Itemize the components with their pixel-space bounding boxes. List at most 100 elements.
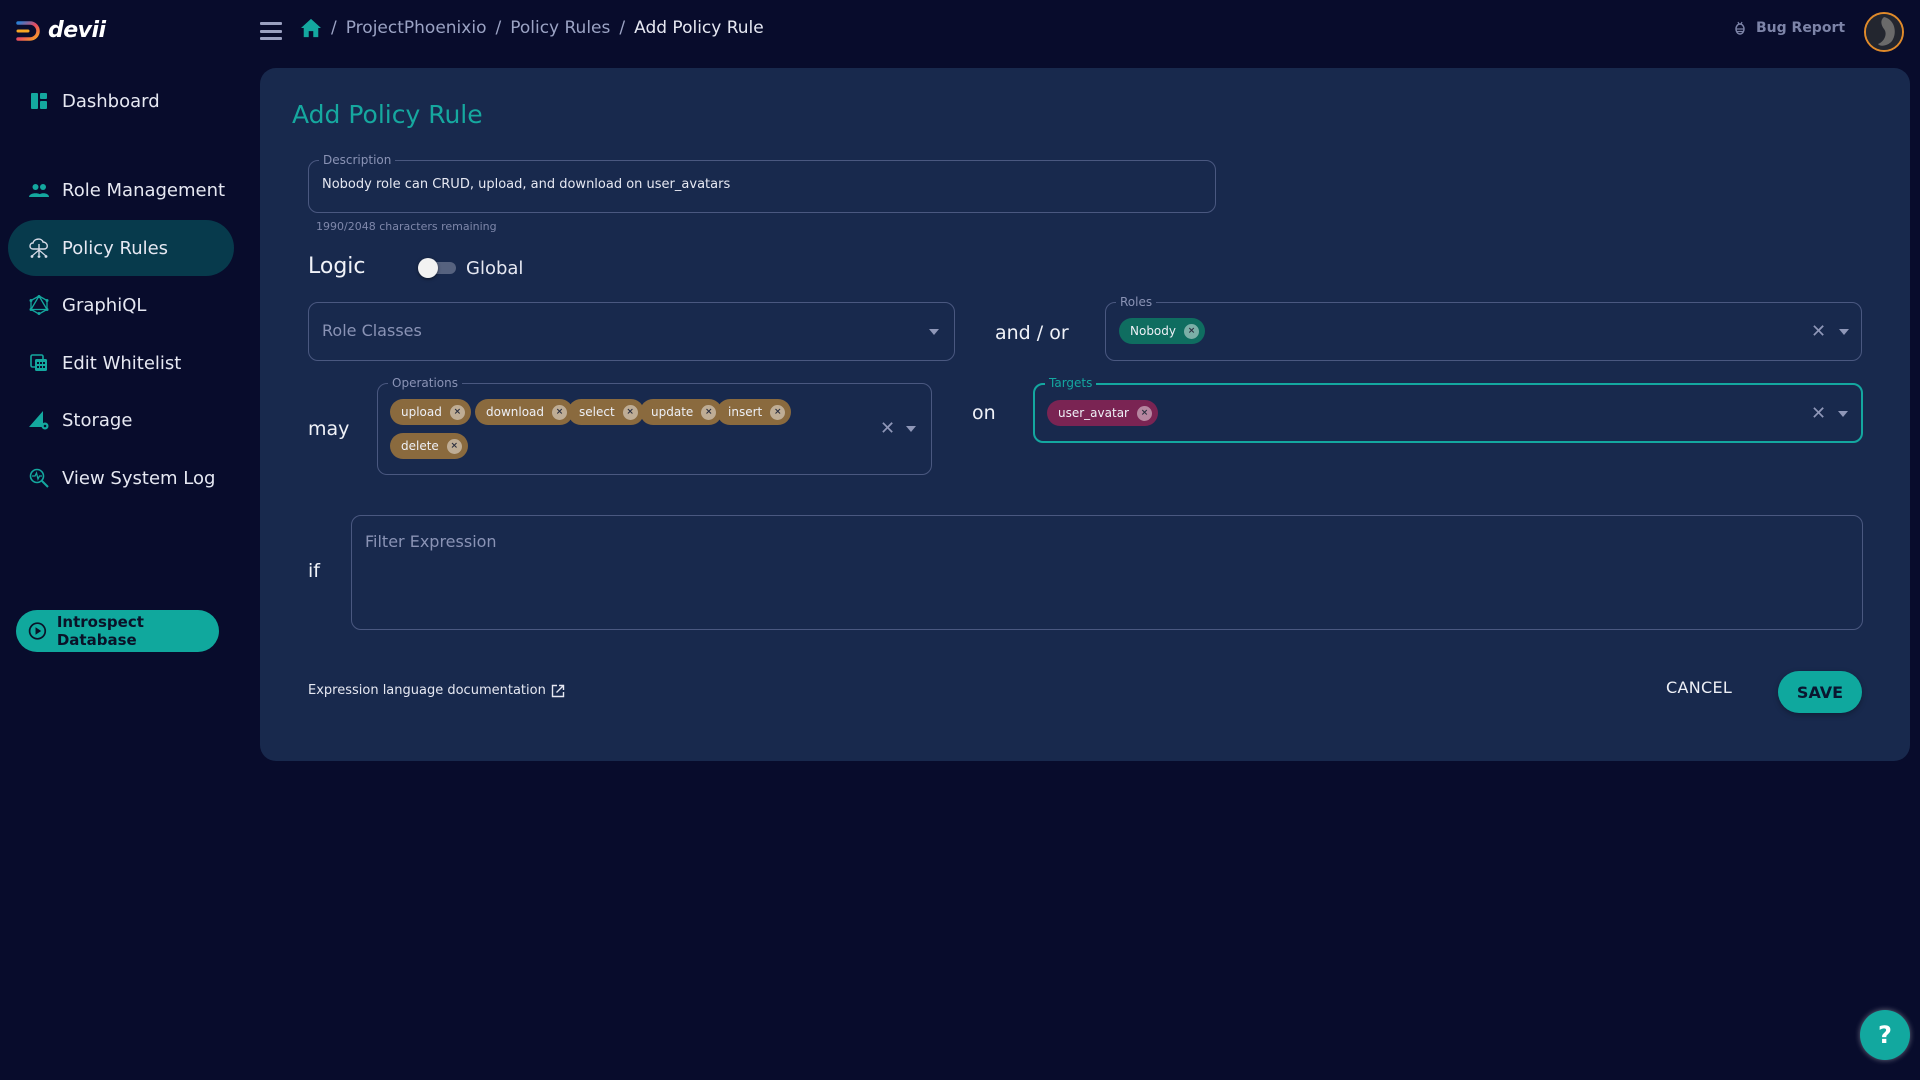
- target-chip-label: user_avatar: [1058, 406, 1129, 420]
- sidebar-item-storage[interactable]: Storage: [8, 392, 234, 448]
- breadcrumb-separator: /: [619, 18, 626, 38]
- devii-logo-icon: [16, 20, 40, 41]
- breadcrumb-separator: /: [495, 18, 502, 38]
- sidebar-item-label: View System Log: [62, 467, 216, 489]
- breadcrumb: / ProjectPhoenixio / Policy Rules / Add …: [300, 18, 764, 38]
- operation-chip-label: delete: [401, 439, 439, 453]
- targets-label: Targets: [1045, 375, 1097, 391]
- chip-remove-icon[interactable]: ×: [770, 404, 786, 420]
- sidebar-item-label: Edit Whitelist: [62, 352, 182, 374]
- logo-text: devii: [48, 18, 106, 43]
- sidebar-item-edit-whitelist[interactable]: Edit Whitelist: [8, 335, 234, 391]
- people-icon: [28, 179, 50, 201]
- sidebar-item-view-system-log[interactable]: View System Log: [8, 450, 234, 506]
- operation-chip[interactable]: select ×: [568, 399, 644, 425]
- chevron-down-icon[interactable]: [929, 329, 939, 335]
- and-or-label: and / or: [995, 322, 1069, 344]
- home-icon[interactable]: [300, 18, 322, 38]
- expression-docs-label: Expression language documentation: [308, 683, 546, 698]
- roles-label: Roles: [1116, 294, 1157, 310]
- operation-chip-label: update: [651, 405, 694, 419]
- target-chip[interactable]: user_avatar ×: [1047, 400, 1158, 426]
- chevron-down-icon[interactable]: [1839, 329, 1849, 335]
- filter-expression-input[interactable]: Filter Expression: [351, 515, 1863, 630]
- logic-label: Logic: [308, 254, 366, 279]
- chevron-down-icon[interactable]: [906, 426, 916, 432]
- operation-chip[interactable]: insert ×: [717, 399, 792, 425]
- clear-roles-icon[interactable]: ✕: [1811, 323, 1826, 341]
- chip-remove-icon[interactable]: ×: [1136, 405, 1152, 421]
- operation-chip[interactable]: update ×: [640, 399, 723, 425]
- sidebar-item-label: GraphiQL: [62, 294, 147, 316]
- storage-icon: [28, 409, 50, 431]
- user-avatar[interactable]: [1864, 12, 1904, 52]
- targets-select[interactable]: Targets user_avatar × ✕: [1033, 375, 1863, 443]
- description-label: Description: [319, 152, 396, 168]
- operation-chip-label: download: [486, 405, 545, 419]
- devii-logo[interactable]: devii: [16, 18, 106, 43]
- sidebar-item-label: Role Management: [62, 179, 226, 201]
- chip-remove-icon[interactable]: ×: [1184, 323, 1199, 339]
- cancel-button[interactable]: CANCEL: [1666, 678, 1732, 697]
- role-chip[interactable]: Nobody ×: [1119, 318, 1205, 344]
- bug-report-label: Bug Report: [1756, 20, 1846, 36]
- toggle-thumb: [418, 258, 438, 278]
- external-link-icon: [551, 684, 565, 697]
- filter-expression-placeholder: Filter Expression: [365, 532, 497, 551]
- clear-operations-icon[interactable]: ✕: [880, 420, 895, 438]
- operation-chip-label: upload: [401, 405, 442, 419]
- operations-label: Operations: [388, 375, 462, 391]
- sidebar-item-label: Dashboard: [62, 90, 160, 112]
- dashboard-icon: [28, 90, 50, 112]
- sidebar-item-label: Storage: [62, 409, 133, 431]
- description-field[interactable]: Description Nobody role can CRUD, upload…: [308, 152, 1216, 213]
- hamburger-menu-button[interactable]: [260, 22, 282, 40]
- description-input[interactable]: Nobody role can CRUD, upload, and downlo…: [322, 177, 730, 192]
- save-button[interactable]: SAVE: [1778, 671, 1862, 713]
- breadcrumb-project[interactable]: ProjectPhoenixio: [346, 18, 487, 38]
- bug-icon: [1735, 21, 1745, 35]
- characters-remaining: 1990/2048 characters remaining: [316, 220, 497, 233]
- sidebar-item-graphiql[interactable]: GraphiQL: [8, 277, 234, 333]
- operation-chip[interactable]: delete ×: [390, 433, 468, 459]
- may-label: may: [308, 418, 350, 440]
- bug-report-button[interactable]: Bug Report: [1734, 20, 1845, 36]
- operations-select[interactable]: Operations upload × download × select × …: [377, 375, 932, 475]
- introspect-database-button[interactable]: Introspect Database: [16, 610, 219, 652]
- chip-remove-icon[interactable]: ×: [701, 404, 717, 420]
- chip-remove-icon[interactable]: ×: [446, 438, 462, 454]
- operation-chip[interactable]: download ×: [475, 399, 574, 425]
- graphql-icon: [28, 294, 50, 316]
- breadcrumb-separator: /: [331, 18, 337, 38]
- chip-remove-icon[interactable]: ×: [552, 404, 568, 420]
- chip-remove-icon[interactable]: ×: [622, 404, 638, 420]
- roles-select[interactable]: Roles Nobody × ✕: [1105, 294, 1862, 361]
- operation-chip[interactable]: upload ×: [390, 399, 471, 425]
- system-log-icon: [28, 467, 50, 489]
- role-classes-select[interactable]: Role Classes: [308, 302, 955, 361]
- breadcrumb-current: Add Policy Rule: [634, 18, 764, 38]
- whitelist-icon: [28, 352, 50, 374]
- global-toggle[interactable]: [418, 258, 456, 278]
- cloud-policy-icon: [28, 237, 50, 259]
- operation-chip-label: insert: [728, 405, 763, 419]
- sidebar-item-label: Policy Rules: [62, 237, 169, 259]
- if-label: if: [308, 560, 320, 582]
- add-policy-rule-card: Add Policy Rule Description Nobody role …: [260, 68, 1910, 761]
- global-label: Global: [466, 258, 524, 279]
- on-label: on: [972, 402, 996, 424]
- chip-remove-icon[interactable]: ×: [449, 404, 465, 420]
- avatar-image-icon: [1866, 14, 1902, 50]
- clear-targets-icon[interactable]: ✕: [1811, 405, 1826, 423]
- hamburger-icon-bar: [260, 29, 282, 33]
- expression-docs-link[interactable]: Expression language documentation: [308, 683, 565, 698]
- help-button[interactable]: ?: [1860, 1010, 1910, 1060]
- chevron-down-icon[interactable]: [1838, 411, 1848, 417]
- hamburger-icon-bar: [260, 37, 282, 40]
- sidebar-item-dashboard[interactable]: Dashboard: [8, 73, 234, 129]
- breadcrumb-policy-rules[interactable]: Policy Rules: [510, 18, 610, 38]
- page-title: Add Policy Rule: [292, 100, 483, 129]
- operation-chip-label: select: [579, 405, 615, 419]
- sidebar-item-role-management[interactable]: Role Management: [8, 162, 234, 218]
- sidebar-item-policy-rules[interactable]: Policy Rules: [8, 220, 234, 276]
